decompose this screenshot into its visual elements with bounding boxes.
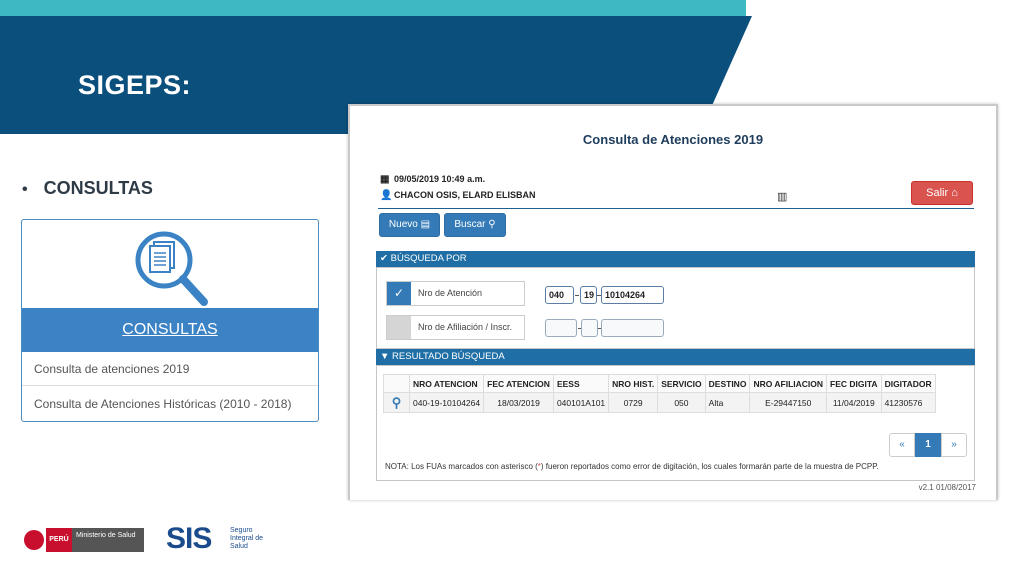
afiliacion-field-3[interactable] xyxy=(601,319,664,337)
magnifier-icon[interactable]: ⚲ xyxy=(392,395,402,410)
building-icon: ▥ xyxy=(777,191,788,203)
bullet-label: CONSULTAS xyxy=(43,178,153,198)
footnote-before: NOTA: Los FUAs marcados con asterisco ( xyxy=(385,462,538,471)
slide-title: SIGEPS: xyxy=(78,70,192,100)
column-header-action xyxy=(383,374,410,393)
option-nro-afiliacion[interactable]: Nro de Afiliación / Inscr. xyxy=(386,315,525,340)
field-separator xyxy=(575,295,579,296)
pager-next-button[interactable]: » xyxy=(941,433,967,457)
salir-button[interactable]: Salir ⌂ xyxy=(911,181,973,205)
table-cell: 040101A101 xyxy=(552,392,610,413)
atencion-field-3[interactable]: 10104264 xyxy=(601,286,664,304)
option-atencion-label: Nro de Atención xyxy=(418,288,483,298)
column-header: NRO ATENCION xyxy=(408,374,485,393)
app-screenshot-panel: Consulta de Atenciones 2019 ▦ 09/05/2019 … xyxy=(348,104,998,500)
column-header: EESS xyxy=(552,374,610,393)
atencion-field-1[interactable]: 040 xyxy=(545,286,574,304)
column-header: NRO AFILIACION xyxy=(749,374,828,393)
view-detail-cell[interactable]: ⚲ xyxy=(383,392,410,413)
resultado-section-header: ▼ RESULTADO BÚSQUEDA xyxy=(376,349,975,365)
option-atencion-checkbox[interactable]: ✓ xyxy=(387,282,411,305)
sis-logo: SIS Seguro Integral de Salud xyxy=(166,522,266,556)
peru-label: PERÚ xyxy=(46,528,72,552)
column-header: DIGITADOR xyxy=(880,374,936,393)
footnote: NOTA: Los FUAs marcados con asterisco (*… xyxy=(385,462,879,471)
link-consulta-atenciones-2019[interactable]: Consulta de atenciones 2019 xyxy=(22,352,318,386)
coat-of-arms-icon xyxy=(24,530,44,550)
atencion-field-2[interactable]: 19 xyxy=(580,286,597,304)
nuevo-button[interactable]: Nuevo ▤ xyxy=(379,213,440,237)
salir-label: Salir xyxy=(926,187,949,199)
consultas-card: CONSULTAS Consulta de atenciones 2019 Co… xyxy=(21,219,319,422)
afiliacion-field-1[interactable] xyxy=(545,319,577,337)
user-icon: 👤 xyxy=(380,190,393,201)
ministerio-logo: PERÚ Ministerio de Salud xyxy=(24,528,144,552)
document-search-icon xyxy=(135,231,208,306)
option-afiliacion-label: Nro de Afiliación / Inscr. xyxy=(418,322,513,332)
session-datetime: ▦ 09/05/2019 10:49 a.m. xyxy=(380,174,485,185)
table-cell: 18/03/2019 xyxy=(483,392,554,413)
filter-icon: ▼ xyxy=(380,351,390,362)
file-icon: ▤ xyxy=(420,219,431,230)
datetime-text: 09/05/2019 10:49 a.m. xyxy=(394,174,486,184)
ministerio-label: Ministerio de Salud xyxy=(72,528,144,552)
bullet-dot: • xyxy=(22,181,28,198)
consultas-card-header[interactable]: CONSULTAS xyxy=(22,308,318,352)
table-cell: E-29447150 xyxy=(749,392,828,413)
header-accent-bar xyxy=(0,0,746,16)
header-divider xyxy=(378,208,974,209)
nuevo-label: Nuevo xyxy=(388,219,418,230)
pager-prev-button[interactable]: « xyxy=(889,433,915,457)
user-name-text: CHACON OSIS, ELARD ELISBAN xyxy=(394,190,536,200)
table-cell: 0729 xyxy=(608,392,659,413)
buscar-button[interactable]: Buscar ⚲ xyxy=(444,213,506,237)
table-header-row: NRO ATENCION FEC ATENCION EESS NRO HIST.… xyxy=(383,374,936,393)
column-header: DESTINO xyxy=(704,374,751,393)
check-circle-icon: ✔ xyxy=(380,253,388,264)
option-nro-atencion[interactable]: ✓ Nro de Atención xyxy=(386,281,525,306)
pager-current-page[interactable]: 1 xyxy=(915,433,941,457)
table-cell: 050 xyxy=(657,392,706,413)
busqueda-section-title: BÚSQUEDA POR xyxy=(390,253,467,264)
sis-logo-subtitle: Seguro Integral de Salud xyxy=(230,527,264,550)
session-user: 👤 CHACON OSIS, ELARD ELISBAN xyxy=(380,190,536,201)
option-afiliacion-checkbox[interactable] xyxy=(387,316,411,339)
footnote-after: ) fueron reportados como error de digita… xyxy=(540,462,879,471)
link-consulta-atenciones-historicas[interactable]: Consulta de Atenciones Históricas (2010 … xyxy=(22,387,318,421)
busqueda-section-header: ✔ BÚSQUEDA POR xyxy=(376,251,975,267)
version-label: v2.1 01/08/2017 xyxy=(918,483,976,492)
search-icon: ⚲ xyxy=(488,219,496,230)
column-header: NRO HIST. xyxy=(608,374,659,393)
table-cell: 41230576 xyxy=(880,392,936,413)
bullet-item: • CONSULTAS xyxy=(22,178,153,199)
column-header: SERVICIO xyxy=(657,374,706,393)
table-row: ⚲ 040-19-10104264 18/03/2019 040101A101 … xyxy=(383,392,936,413)
resultado-section-title: RESULTADO BÚSQUEDA xyxy=(392,351,505,362)
column-header: FEC ATENCION xyxy=(483,374,554,393)
sis-logo-text: SIS xyxy=(166,522,212,555)
table-cell: Alta xyxy=(704,392,751,413)
buscar-label: Buscar xyxy=(454,219,486,230)
afiliacion-field-2[interactable] xyxy=(581,319,598,337)
calendar-icon: ▦ xyxy=(380,174,390,185)
column-header: FEC DIGITA xyxy=(826,374,882,393)
table-cell: 11/04/2019 xyxy=(826,392,882,413)
home-icon: ⌂ xyxy=(951,187,958,199)
results-table: NRO ATENCION FEC ATENCION EESS NRO HIST.… xyxy=(383,374,936,413)
page-title: Consulta de Atenciones 2019 xyxy=(582,132,764,147)
table-cell: 040-19-10104264 xyxy=(408,392,485,413)
